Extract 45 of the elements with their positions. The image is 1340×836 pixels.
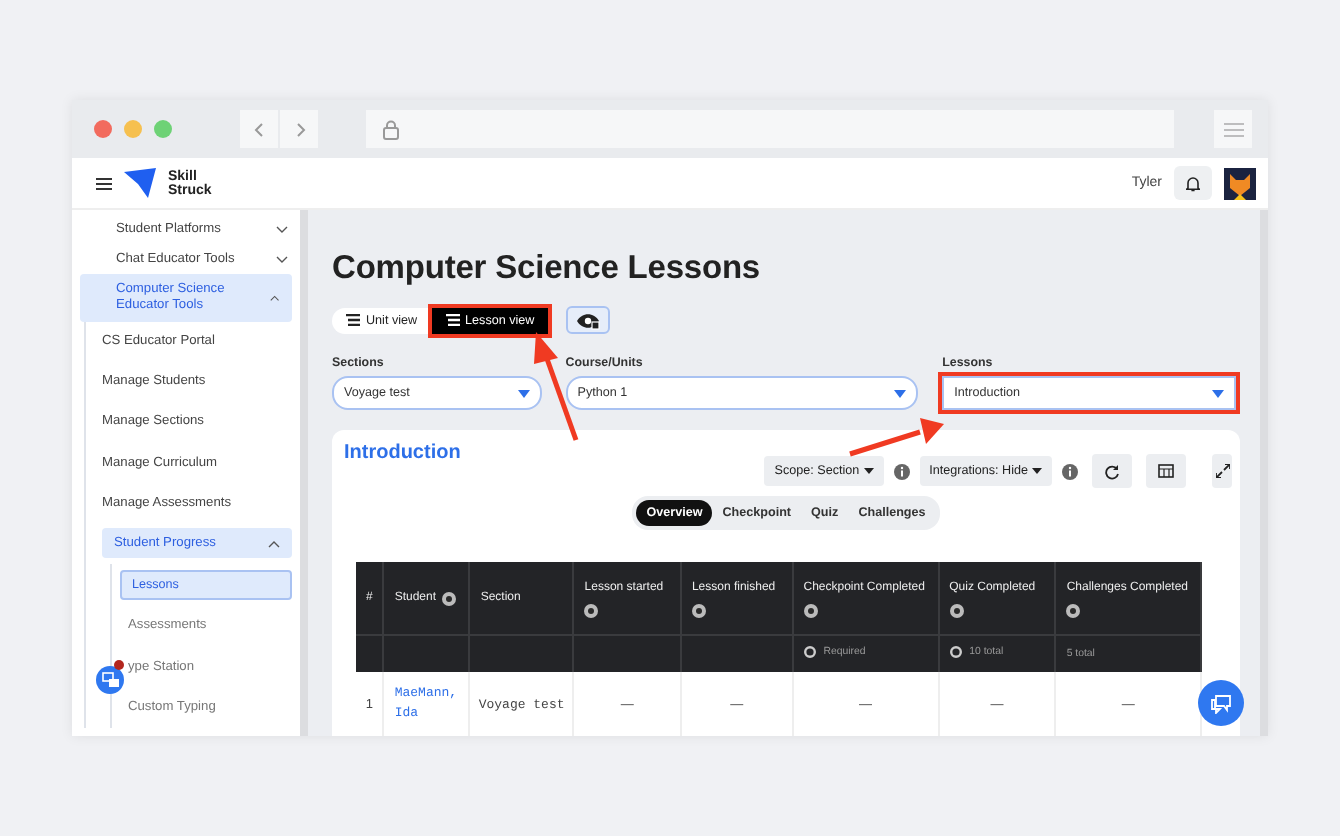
expand-button[interactable]	[1212, 454, 1232, 488]
page-title: Computer Science Lessons	[332, 250, 763, 288]
bell-icon	[1186, 175, 1200, 191]
notification-badge	[114, 660, 124, 670]
info-icon[interactable]	[893, 463, 910, 479]
lock-icon	[382, 119, 400, 139]
sort-icon[interactable]	[584, 603, 599, 617]
floating-translate-button[interactable]	[96, 666, 124, 694]
menu-icon[interactable]	[96, 177, 112, 189]
caret-icon	[1212, 389, 1224, 397]
radio-icon[interactable]	[803, 646, 816, 658]
chat-icon	[1210, 693, 1232, 713]
radio-icon[interactable]	[949, 646, 962, 658]
chevron-icon	[270, 294, 280, 302]
caret-icon	[1032, 468, 1042, 474]
chevron-icon	[276, 255, 288, 264]
expand-icon	[1215, 464, 1229, 478]
visibility-button[interactable]	[566, 306, 611, 334]
chevron-icon	[268, 539, 280, 548]
list-icon	[346, 314, 360, 326]
chevron-icon	[276, 226, 288, 235]
translate-icon	[101, 672, 119, 688]
sort-icon[interactable]	[949, 603, 964, 617]
caret-icon	[517, 389, 530, 397]
columns-button[interactable]	[1146, 454, 1186, 488]
info-icon[interactable]	[1062, 463, 1078, 479]
list-icon	[445, 314, 460, 326]
sort-icon[interactable]	[1066, 603, 1081, 617]
annotation-arrow	[849, 418, 944, 457]
sort-icon[interactable]	[691, 603, 706, 617]
refresh-icon	[1104, 463, 1120, 479]
chevron-left-icon	[251, 121, 267, 137]
sort-icon[interactable]	[803, 603, 818, 617]
close-window-button[interactable]	[94, 120, 112, 138]
avatar-icon[interactable]	[1224, 167, 1256, 199]
logo-icon	[124, 168, 156, 198]
chevron-right-icon	[291, 121, 307, 137]
refresh-button[interactable]	[1092, 454, 1132, 488]
caret-icon	[894, 389, 907, 397]
card-title: Introduction	[344, 442, 461, 464]
sort-icon[interactable]	[442, 591, 457, 605]
table-icon	[1158, 464, 1174, 478]
notifications-button[interactable]	[1174, 166, 1212, 200]
eye-icon	[576, 311, 601, 329]
caret-icon	[863, 468, 874, 474]
